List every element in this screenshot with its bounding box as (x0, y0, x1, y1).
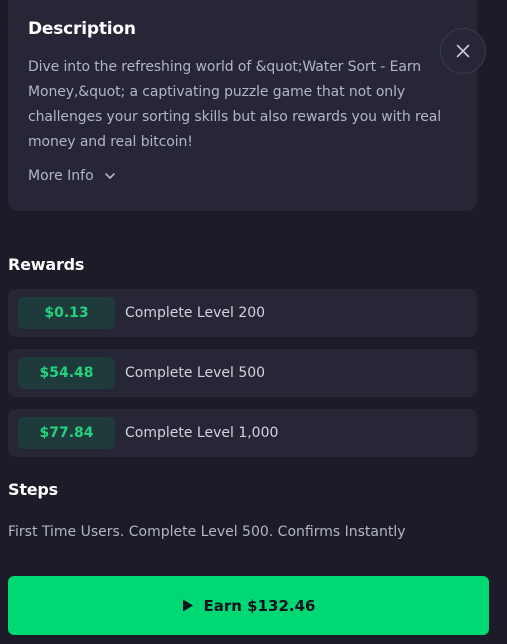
more-info-label: More Info (28, 168, 94, 184)
description-card: Description Dive into the refreshing wor… (8, 0, 477, 211)
reward-row: $77.84 Complete Level 1,000 (8, 409, 477, 457)
more-info-toggle[interactable]: More Info (28, 168, 116, 184)
reward-amount: $77.84 (18, 417, 115, 449)
description-text: Dive into the refreshing world of &quot;… (28, 59, 442, 150)
reward-row: $54.48 Complete Level 500 (8, 349, 477, 397)
chevron-down-icon (104, 173, 115, 179)
earn-button[interactable]: Earn $132.46 (8, 576, 489, 635)
close-button[interactable] (440, 28, 486, 74)
reward-label: Complete Level 500 (125, 365, 266, 381)
reward-label: Complete Level 1,000 (125, 425, 279, 441)
reward-row: $0.13 Complete Level 200 (8, 289, 477, 337)
reward-label: Complete Level 200 (125, 305, 266, 321)
earn-button-label: Earn $132.46 (203, 596, 316, 615)
steps-text: First Time Users. Complete Level 500. Co… (8, 524, 406, 540)
description-title: Description (28, 19, 136, 39)
play-icon (182, 599, 193, 612)
reward-amount: $54.48 (18, 357, 115, 389)
close-icon (456, 44, 470, 58)
rewards-title: Rewards (8, 255, 85, 274)
steps-title: Steps (8, 480, 59, 499)
reward-amount: $0.13 (18, 297, 115, 329)
